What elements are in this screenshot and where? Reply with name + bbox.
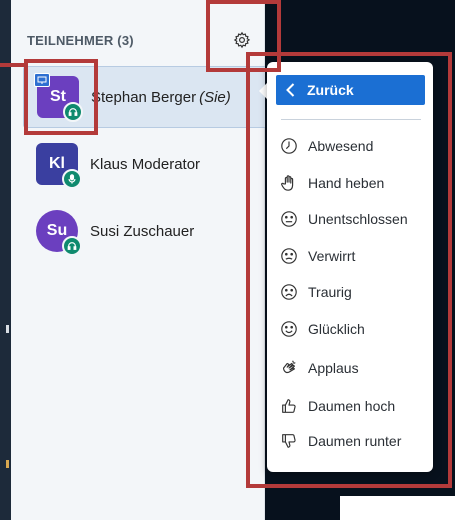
status-item-label: Traurig — [308, 284, 352, 300]
avatar-initials: Kl — [49, 155, 65, 172]
participant-name: Klaus Moderator — [90, 155, 201, 173]
avatar-initials: St — [50, 88, 66, 105]
participant-name-text: Stephan Berger — [91, 88, 197, 106]
participants-header: TEILNEHMER (3) — [27, 33, 134, 48]
participant-row-stephan[interactable]: St Stephan Berger (Sie) — [23, 66, 268, 128]
status-item-applaus[interactable]: Applaus — [279, 353, 429, 383]
avatar: Su — [36, 210, 82, 256]
participant-row-klaus[interactable]: Kl Klaus Moderator — [23, 133, 268, 195]
highlight-connector-line — [0, 63, 26, 67]
avatar: Kl — [36, 143, 82, 189]
happy-face-icon — [279, 319, 299, 339]
status-item-label: Unentschlossen — [308, 211, 408, 227]
status-menu: Zurück Abwesend Hand heben Unentschlosse… — [267, 62, 433, 472]
thumbs-up-icon — [279, 396, 299, 416]
status-item-label: Daumen runter — [308, 433, 402, 449]
status-item-label: Verwirrt — [308, 248, 356, 264]
clock-icon — [279, 136, 299, 156]
raised-hand-icon — [279, 173, 299, 193]
gear-icon — [233, 31, 251, 49]
sad-face-icon — [279, 282, 299, 302]
status-item-label: Daumen hoch — [308, 398, 396, 414]
video-strip — [340, 496, 455, 520]
back-label: Zurück — [307, 82, 354, 98]
status-item-hand-heben[interactable]: Hand heben — [279, 168, 429, 198]
headphones-icon — [62, 236, 82, 256]
participant-name: Susi Zuschauer — [90, 222, 195, 240]
applause-icon — [279, 358, 299, 378]
avatar: St — [34, 73, 83, 122]
participant-name: Stephan Berger (Sie) — [91, 89, 231, 106]
background-fragment — [6, 460, 9, 468]
status-item-gluecklich[interactable]: Glücklich — [279, 314, 429, 344]
headphones-icon — [63, 102, 83, 122]
status-item-verwirrt[interactable]: Verwirrt — [279, 241, 429, 271]
confused-face-icon — [279, 246, 299, 266]
status-item-label: Applaus — [308, 360, 359, 376]
participant-row-susi[interactable]: Su Susi Zuschauer — [23, 200, 268, 262]
neutral-face-icon — [279, 209, 299, 229]
participants-panel: TEILNEHMER (3) St Stephan Berger (Sie) Kl — [11, 0, 268, 520]
presenter-icon — [34, 73, 50, 87]
status-item-traurig[interactable]: Traurig — [279, 277, 429, 307]
back-button[interactable]: Zurück — [276, 75, 425, 105]
self-indicator: (Sie) — [199, 88, 231, 106]
status-item-unentschlossen[interactable]: Unentschlossen — [279, 204, 429, 234]
background-app-edge — [0, 0, 11, 520]
status-item-label: Glücklich — [308, 321, 365, 337]
status-item-abwesend[interactable]: Abwesend — [279, 131, 429, 161]
avatar-initials: Su — [46, 222, 68, 239]
microphone-icon — [62, 169, 82, 189]
menu-divider — [281, 119, 421, 120]
status-item-label: Hand heben — [308, 175, 385, 191]
background-fragment — [6, 325, 9, 333]
status-item-label: Abwesend — [308, 138, 374, 154]
settings-gear-button[interactable] — [229, 27, 255, 53]
chevron-left-icon — [286, 83, 295, 97]
thumbs-down-icon — [279, 431, 299, 451]
status-item-daumen-hoch[interactable]: Daumen hoch — [279, 391, 429, 421]
status-item-daumen-runter[interactable]: Daumen runter — [279, 426, 429, 456]
